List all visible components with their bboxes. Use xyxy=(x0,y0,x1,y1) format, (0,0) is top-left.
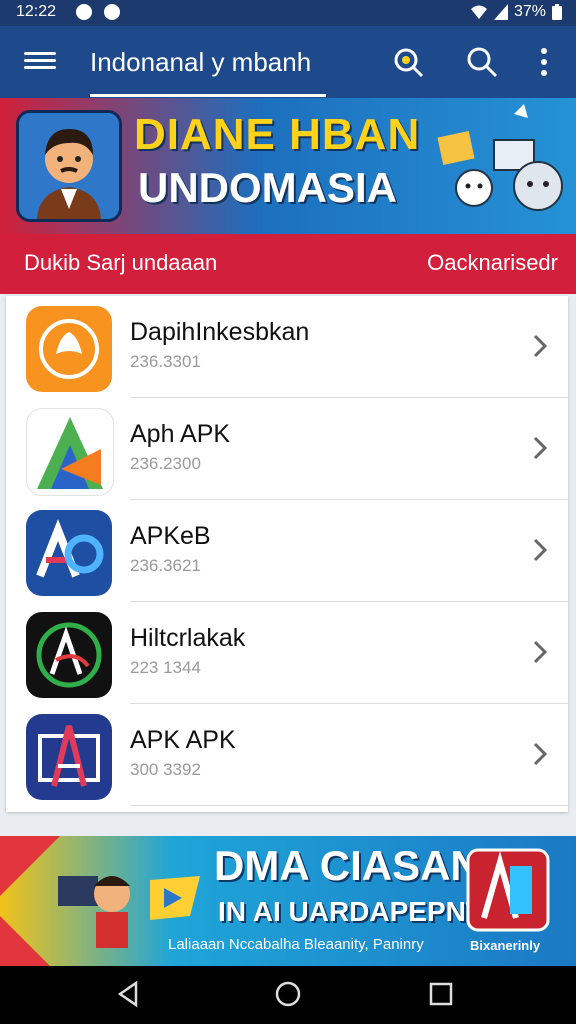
ap-app-icon xyxy=(26,510,112,596)
app-name: Aph APK xyxy=(130,420,231,448)
signal-icon xyxy=(493,4,508,20)
chevron-right-icon xyxy=(533,334,548,358)
more-options-icon[interactable] xyxy=(526,44,562,80)
promo-brand: Bixanerinly xyxy=(470,938,541,953)
notification-icon xyxy=(76,4,92,20)
promo-subtitle: IN AI UARDAPEPNTS xyxy=(218,896,502,927)
banner-title: DIANE HBAN xyxy=(134,110,421,159)
list-item[interactable]: APK APK 300 3392 xyxy=(6,704,568,806)
list-item[interactable]: DapihInkesbkan 236.3301 xyxy=(6,296,568,398)
app-name: DapihInkesbkan xyxy=(130,318,310,346)
battery-icon xyxy=(552,4,562,20)
status-time: 12:22 xyxy=(16,3,57,20)
leaf-app-icon xyxy=(26,306,112,392)
list-item[interactable]: Aph APK 236.2300 xyxy=(6,398,568,500)
chevron-right-icon xyxy=(533,640,548,664)
chevron-right-icon xyxy=(533,538,548,562)
avatar xyxy=(16,110,122,222)
mascot-illustration-icon xyxy=(437,104,563,211)
app-bar: Indonanal y mbanh xyxy=(0,26,576,98)
list-item[interactable]: Hiltcrlakak 223 1344 xyxy=(6,602,568,704)
back-icon[interactable] xyxy=(114,979,144,1009)
list-item[interactable]: APKeB 236.3621 xyxy=(6,500,568,602)
circle-a-app-icon xyxy=(26,612,112,698)
app-title: Indonanal y mbanh xyxy=(90,47,312,77)
app-name: APK APK xyxy=(130,726,236,754)
app-name: Hiltcrlakak xyxy=(130,624,246,652)
app-version: 236.3621 xyxy=(130,556,201,575)
title-tab[interactable]: Indonanal y mbanh xyxy=(90,40,326,97)
app-version: 236.3301 xyxy=(130,352,201,371)
messenger-icon xyxy=(104,4,120,20)
menu-icon[interactable] xyxy=(24,48,56,76)
promo-banner[interactable]: DMA CIASAN IN AI UARDAPEPNTS Laliaaan Nc… xyxy=(0,836,576,966)
section-header: Dukib Sarj undaaan Oacknarisedr xyxy=(0,234,576,294)
wifi-icon xyxy=(470,5,487,19)
app-version: 300 3392 xyxy=(130,760,201,779)
status-bar: 12:22 37% xyxy=(0,0,576,26)
app-version: 223 1344 xyxy=(130,658,201,677)
banner-subtitle: UNDOMASIA xyxy=(138,164,397,211)
battery-percent: 37% xyxy=(513,3,546,20)
man-illustration-icon xyxy=(19,113,119,219)
promo-title: DMA CIASAN xyxy=(214,842,481,889)
app-name: APKeB xyxy=(130,522,211,550)
promo-caption: Laliaaan Nccabalha Bleaanity, Paninry xyxy=(168,936,424,953)
search-icon[interactable] xyxy=(464,44,500,80)
scan-search-icon[interactable] xyxy=(390,44,426,80)
chevron-right-icon xyxy=(533,436,548,460)
divider xyxy=(130,805,568,806)
boxed-a-app-icon xyxy=(26,714,112,800)
promo-app-icon xyxy=(466,848,550,932)
hero-banner[interactable]: DIANE HBAN UNDOMASIA xyxy=(0,98,576,234)
app-list: DapihInkesbkan 236.3301 Aph APK 236.2300… xyxy=(6,296,568,812)
app-version: 236.2300 xyxy=(130,454,201,473)
navigation-bar xyxy=(0,966,576,1024)
chevron-right-icon xyxy=(533,742,548,766)
recents-icon[interactable] xyxy=(426,979,456,1009)
section-label: Dukib Sarj undaaan xyxy=(24,250,218,275)
a-triangle-app-icon xyxy=(26,408,114,496)
section-action-link[interactable]: Oacknarisedr xyxy=(427,250,558,276)
home-icon[interactable] xyxy=(273,979,303,1009)
